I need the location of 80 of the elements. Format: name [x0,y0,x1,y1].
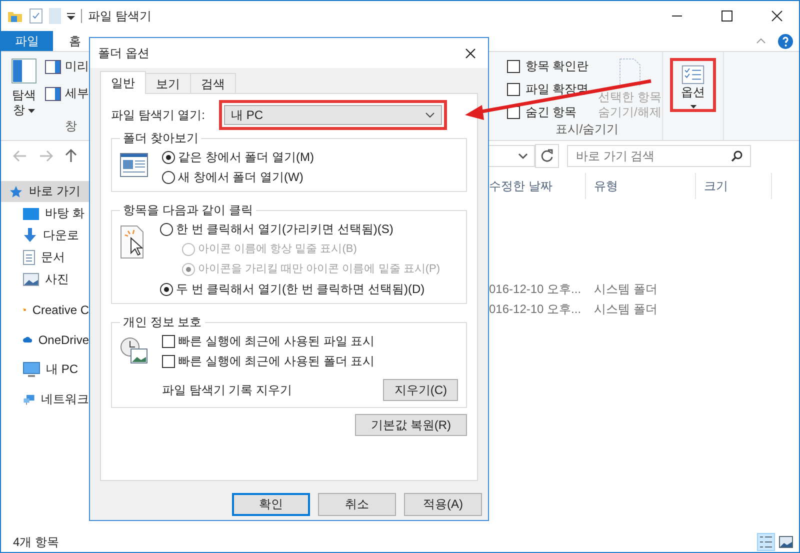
pane-button[interactable]: 미리 [45,58,89,75]
document-icon [23,250,35,265]
checklist-icon [680,65,706,84]
checkbox-option[interactable]: 숨긴 항목 [507,104,589,121]
clock-pictures-icon [120,337,148,365]
star-icon [9,184,23,198]
group-title: 항목을 다음과 같이 클릭 [122,202,254,219]
radio-option[interactable]: 같은 창에서 폴더 열기(M) [162,149,458,165]
window-title: 파일 탐색기 [88,8,152,24]
properties-icon[interactable] [29,8,43,24]
details-view-button[interactable] [757,533,775,551]
sidebar-item[interactable]: 바로 가기 [1,181,89,202]
computer-icon [23,362,40,377]
options-button[interactable]: 옵션 [670,58,716,112]
dialog-button[interactable]: 취소 [318,493,396,516]
pictures-icon [23,273,39,286]
sidebar-item[interactable]: 문서 [1,247,89,268]
clear-button[interactable]: 지우기(C) [383,379,458,401]
thumbnails-view-button[interactable] [777,533,795,551]
collapse-icon[interactable] [756,37,766,45]
refresh-icon[interactable] [535,144,559,168]
radio-option[interactable]: 한 번 클릭해서 열기(가리키면 선택됨)(S) [160,221,458,237]
cloud-icon [23,334,32,345]
ribbon-tab[interactable]: 홈 [61,32,89,50]
search-icon[interactable] [731,150,743,162]
dialog-button[interactable]: 적용(A) [404,493,482,516]
download-icon [23,228,37,243]
maximize-icon[interactable] [721,10,733,22]
pane-icon [45,86,61,100]
sidebar-item[interactable]: Creative C [1,299,89,320]
desktop-icon [23,208,39,220]
clear-history-label: 파일 탐색기 기록 지우기 [162,382,292,398]
sidebar-item[interactable]: 네트워크 [1,389,89,410]
restore-defaults-button[interactable]: 기본값 복원(R) [355,414,467,436]
window-icon [120,153,148,177]
radio-option[interactable]: 새 창에서 폴더 열기(W) [162,169,458,185]
checkbox-option[interactable]: 빠른 실행에 최근에 사용된 폴더 표시 [162,353,458,369]
dialog-tab[interactable]: 일반 [100,71,146,94]
status-text: 4개 항목 [13,534,60,550]
sidebar-item[interactable]: 내 PC [1,359,89,380]
group-title: 개인 정보 보호 [122,314,203,331]
pane-icon [45,60,61,74]
column-header[interactable]: 크기 [696,173,772,199]
search-field[interactable]: 바로 가기 검색 [567,145,751,167]
group-title: 폴더 찾아보기 [122,130,200,147]
dialog-tab[interactable]: 검색 [190,73,236,94]
help-icon[interactable] [778,34,793,48]
field-label: 파일 탐색기 열기: [111,106,206,124]
sidebar-item[interactable]: OneDrive [1,329,89,350]
pane-button[interactable]: 세부 [45,85,89,102]
table-cell-text: 016-12-10 오후... [489,300,582,318]
column-header[interactable]: 유형 [586,173,696,199]
sidebar-item[interactable]: 다운로 [1,225,89,246]
navigation-pane-icon [11,58,37,84]
caret-icon [28,108,35,113]
file-cursor-icon [120,225,146,259]
group-label: 창 [65,118,77,135]
dialog-button[interactable]: 확인 [232,493,310,516]
close-icon[interactable] [465,48,476,58]
sidebar-item[interactable]: 사진 [1,269,89,290]
radio-option[interactable]: 두 번 클릭해서 열기(한 번 클릭하면 선택됨)(D) [160,281,458,297]
table-cell-text: 016-12-10 오후... [489,280,582,298]
open-dropdown[interactable]: 내 PC [224,105,442,125]
folder-icon [7,9,23,23]
file-tab[interactable]: 파일 [1,31,53,51]
network-icon [23,392,35,407]
up-icon[interactable] [65,149,77,163]
group-label: 표시/숨기기 [555,121,619,138]
caret-icon [690,105,696,109]
dialog-title: 폴더 옵션 [98,44,150,62]
navigation-pane-button[interactable]: 탐색 창 [9,58,39,118]
caret-icon[interactable] [67,12,75,20]
checkbox-option[interactable]: 항목 확인란 [507,58,589,75]
table-cell-text: 시스템 폴더 [593,280,658,298]
page-icon [618,58,641,86]
table-cell-text: 시스템 폴더 [593,300,658,318]
checkbox-option[interactable]: 빠른 실행에 최근에 사용된 파일 표시 [162,333,458,349]
sidebar-item[interactable]: 바탕 화 [1,203,89,224]
close-icon[interactable] [771,10,783,22]
chevron-down-icon [425,112,436,118]
